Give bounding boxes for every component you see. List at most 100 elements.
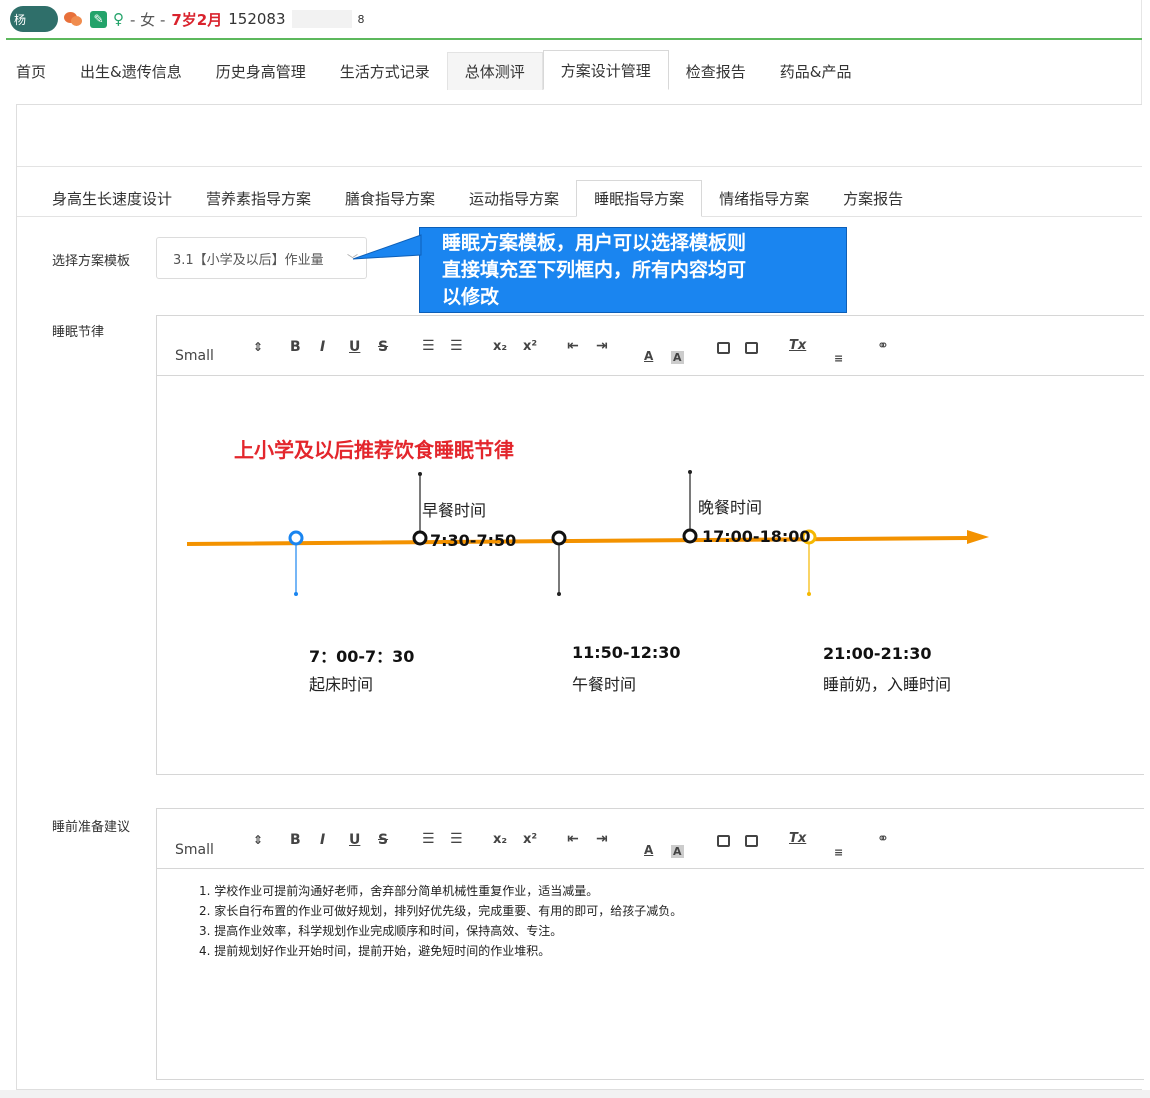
- lunch-time: 11:50-12:30: [572, 643, 681, 662]
- image-icon[interactable]: [717, 835, 730, 847]
- indent-icon[interactable]: ⇥: [596, 831, 608, 847]
- font-color-button[interactable]: A: [644, 843, 653, 857]
- dinner-time: 17:00-18:00: [702, 527, 811, 546]
- patient-age: 7岁2月: [171, 10, 223, 29]
- sleep-time: 21:00-21:30: [823, 644, 932, 663]
- outdent-icon[interactable]: ⇤: [567, 338, 579, 354]
- dinner-label: 晚餐时间: [698, 498, 763, 517]
- strike-button[interactable]: S: [378, 832, 388, 848]
- sleep-rhythm-editor[interactable]: Small ⇕ B I U S ☰ ☰ x₂ x² ⇤ ⇥ A A Tx ≡ ⚭: [156, 315, 1144, 775]
- list-item: 3. 提高作业效率，科学规划作业完成顺序和时间，保持高效、专注。: [199, 924, 563, 938]
- callout-note: 睡眠方案模板，用户可以选择模板则 直接填充至下列框内，所有内容均可 以修改: [419, 227, 847, 313]
- sleep-rhythm-label: 睡眠节律: [52, 325, 105, 340]
- list-item: 2. 家长自行布置的作业可做好规划，排列好优先级，完成重要、有用的即可，给孩子减…: [199, 904, 683, 918]
- outdent-icon[interactable]: ⇤: [567, 831, 579, 847]
- bullet-list-icon[interactable]: ☰: [450, 338, 463, 354]
- superscript-button[interactable]: x²: [523, 832, 537, 847]
- gender-icon: ♀: [113, 10, 124, 28]
- ordered-list-icon[interactable]: ☰: [422, 831, 435, 847]
- font-color-button[interactable]: A: [644, 349, 653, 363]
- italic-button[interactable]: I: [320, 339, 325, 355]
- underline-button[interactable]: U: [349, 339, 360, 355]
- phone-mask: [291, 10, 352, 28]
- size-arrows-icon[interactable]: ⇕: [253, 340, 263, 354]
- editor-toolbar: Small ⇕ B I U S ☰ ☰ x₂ x² ⇤ ⇥ A A Tx ≡ ⚭: [157, 809, 1144, 869]
- tab-lifestyle[interactable]: 生活方式记录: [323, 52, 447, 90]
- tab-birth-genetics[interactable]: 出生&遗传信息: [63, 52, 199, 90]
- main-nav: 首页 出生&遗传信息 历史身高管理 生活方式记录 总体测评 方案设计管理 检查报…: [6, 50, 1142, 90]
- clear-format-button[interactable]: Tx: [789, 338, 806, 353]
- italic-button[interactable]: I: [320, 832, 325, 848]
- pre-sleep-label: 睡前准备建议: [52, 820, 131, 835]
- pre-sleep-editor[interactable]: Small ⇕ B I U S ☰ ☰ x₂ x² ⇤ ⇥ A A Tx ≡ ⚭: [156, 808, 1144, 1080]
- editor-content[interactable]: 上小学及以后推荐饮食睡眠节律 早餐时间 7:30-7:50 晚餐时间 17:00…: [157, 376, 1144, 776]
- video-icon[interactable]: [745, 835, 758, 847]
- tab-plan-design[interactable]: 方案设计管理: [542, 50, 669, 90]
- subtab-diet[interactable]: 膳食指导方案: [328, 180, 452, 216]
- list-item: 4. 提前规划好作业开始时间，提前开始，避免短时间的作业堆积。: [199, 944, 551, 958]
- tab-home[interactable]: 首页: [6, 52, 63, 90]
- link-icon[interactable]: ⚭: [877, 338, 889, 354]
- sleep-label: 睡前奶，入睡时间: [823, 675, 952, 694]
- patient-name: 杨: [14, 12, 27, 27]
- wake-time: 7：00-7：30: [309, 647, 415, 666]
- underline-button[interactable]: U: [349, 832, 360, 848]
- phone-trailing: 8: [357, 12, 365, 26]
- strike-button[interactable]: S: [378, 339, 388, 355]
- callout-line-3: 以修改: [442, 286, 500, 308]
- lunch-label: 午餐时间: [572, 675, 637, 694]
- callout-line-1: 睡眠方案模板，用户可以选择模板则: [442, 232, 747, 254]
- indent-icon[interactable]: ⇥: [596, 338, 608, 354]
- link-icon[interactable]: ⚭: [877, 831, 889, 847]
- callout-line-2: 直接填充至下列框内，所有内容均可: [442, 259, 747, 281]
- template-select[interactable]: 3.1【小学及以后】作业量 ﹀: [156, 237, 367, 279]
- patient-bar: 杨 ✎ ♀ - 女 - 7岁2月 152083 8: [6, 0, 1142, 40]
- background-color-button[interactable]: A: [671, 351, 684, 364]
- ordered-list-icon[interactable]: ☰: [422, 338, 435, 354]
- panel-header-area: [17, 105, 1142, 167]
- subtab-growth-speed[interactable]: 身高生长速度设计: [17, 180, 189, 216]
- font-size-select[interactable]: Small: [175, 348, 214, 364]
- clear-format-button[interactable]: Tx: [789, 831, 806, 846]
- tab-exam-report[interactable]: 检查报告: [669, 52, 763, 90]
- plan-panel: 身高生长速度设计 营养素指导方案 膳食指导方案 运动指导方案 睡眠指导方案 情绪…: [16, 104, 1144, 1090]
- edit-icon[interactable]: ✎: [90, 10, 107, 28]
- align-icon[interactable]: ≡: [834, 352, 843, 365]
- tab-height-history[interactable]: 历史身高管理: [199, 52, 323, 90]
- subscript-button[interactable]: x₂: [493, 339, 507, 354]
- subtab-sleep[interactable]: 睡眠指导方案: [576, 180, 703, 217]
- bold-button[interactable]: B: [290, 339, 301, 355]
- tab-assessment[interactable]: 总体测评: [446, 52, 543, 90]
- subtab-exercise[interactable]: 运动指导方案: [452, 180, 576, 216]
- subscript-button[interactable]: x₂: [493, 832, 507, 847]
- image-icon[interactable]: [717, 342, 730, 354]
- wake-marker: [288, 530, 304, 546]
- timeline-arrow: [187, 530, 989, 546]
- chat-icon[interactable]: [64, 11, 84, 27]
- background-strip: [0, 1090, 1150, 1098]
- background-color-button[interactable]: A: [671, 845, 684, 858]
- subtab-nutrient[interactable]: 营养素指导方案: [189, 180, 328, 216]
- align-icon[interactable]: ≡: [834, 846, 843, 859]
- subtab-emotion[interactable]: 情绪指导方案: [702, 180, 826, 216]
- editor-content[interactable]: 1. 学校作业可提前沟通好老师，舍弃部分简单机械性重复作业，适当减量。 2. 家…: [157, 869, 1144, 1079]
- template-select-value: 3.1【小学及以后】作业量: [173, 252, 324, 268]
- sub-nav: 身高生长速度设计 营养素指导方案 膳食指导方案 运动指导方案 睡眠指导方案 情绪…: [17, 180, 1142, 217]
- dinner-marker: [682, 528, 698, 544]
- superscript-button[interactable]: x²: [523, 339, 537, 354]
- template-label: 选择方案模板: [52, 254, 131, 269]
- subtab-plan-report[interactable]: 方案报告: [826, 180, 920, 216]
- callout-pointer: [352, 234, 422, 260]
- app-window: 杨 ✎ ♀ - 女 - 7岁2月 152083 8 首页 出生&遗传信息 历史身…: [6, 0, 1144, 1090]
- video-icon[interactable]: [745, 342, 758, 354]
- avatar[interactable]: 杨: [10, 6, 58, 32]
- editor-toolbar: Small ⇕ B I U S ☰ ☰ x₂ x² ⇤ ⇥ A A Tx ≡ ⚭: [157, 316, 1144, 376]
- tab-products[interactable]: 药品&产品: [763, 52, 869, 90]
- size-arrows-icon[interactable]: ⇕: [253, 833, 263, 847]
- bullet-list-icon[interactable]: ☰: [450, 831, 463, 847]
- font-size-select[interactable]: Small: [175, 842, 214, 858]
- bold-button[interactable]: B: [290, 832, 301, 848]
- pre-sleep-list: 1. 学校作业可提前沟通好老师，舍弃部分简单机械性重复作业，适当减量。 2. 家…: [199, 881, 682, 961]
- breakfast-label: 早餐时间: [422, 501, 487, 520]
- patient-phone: 152083: [228, 10, 286, 28]
